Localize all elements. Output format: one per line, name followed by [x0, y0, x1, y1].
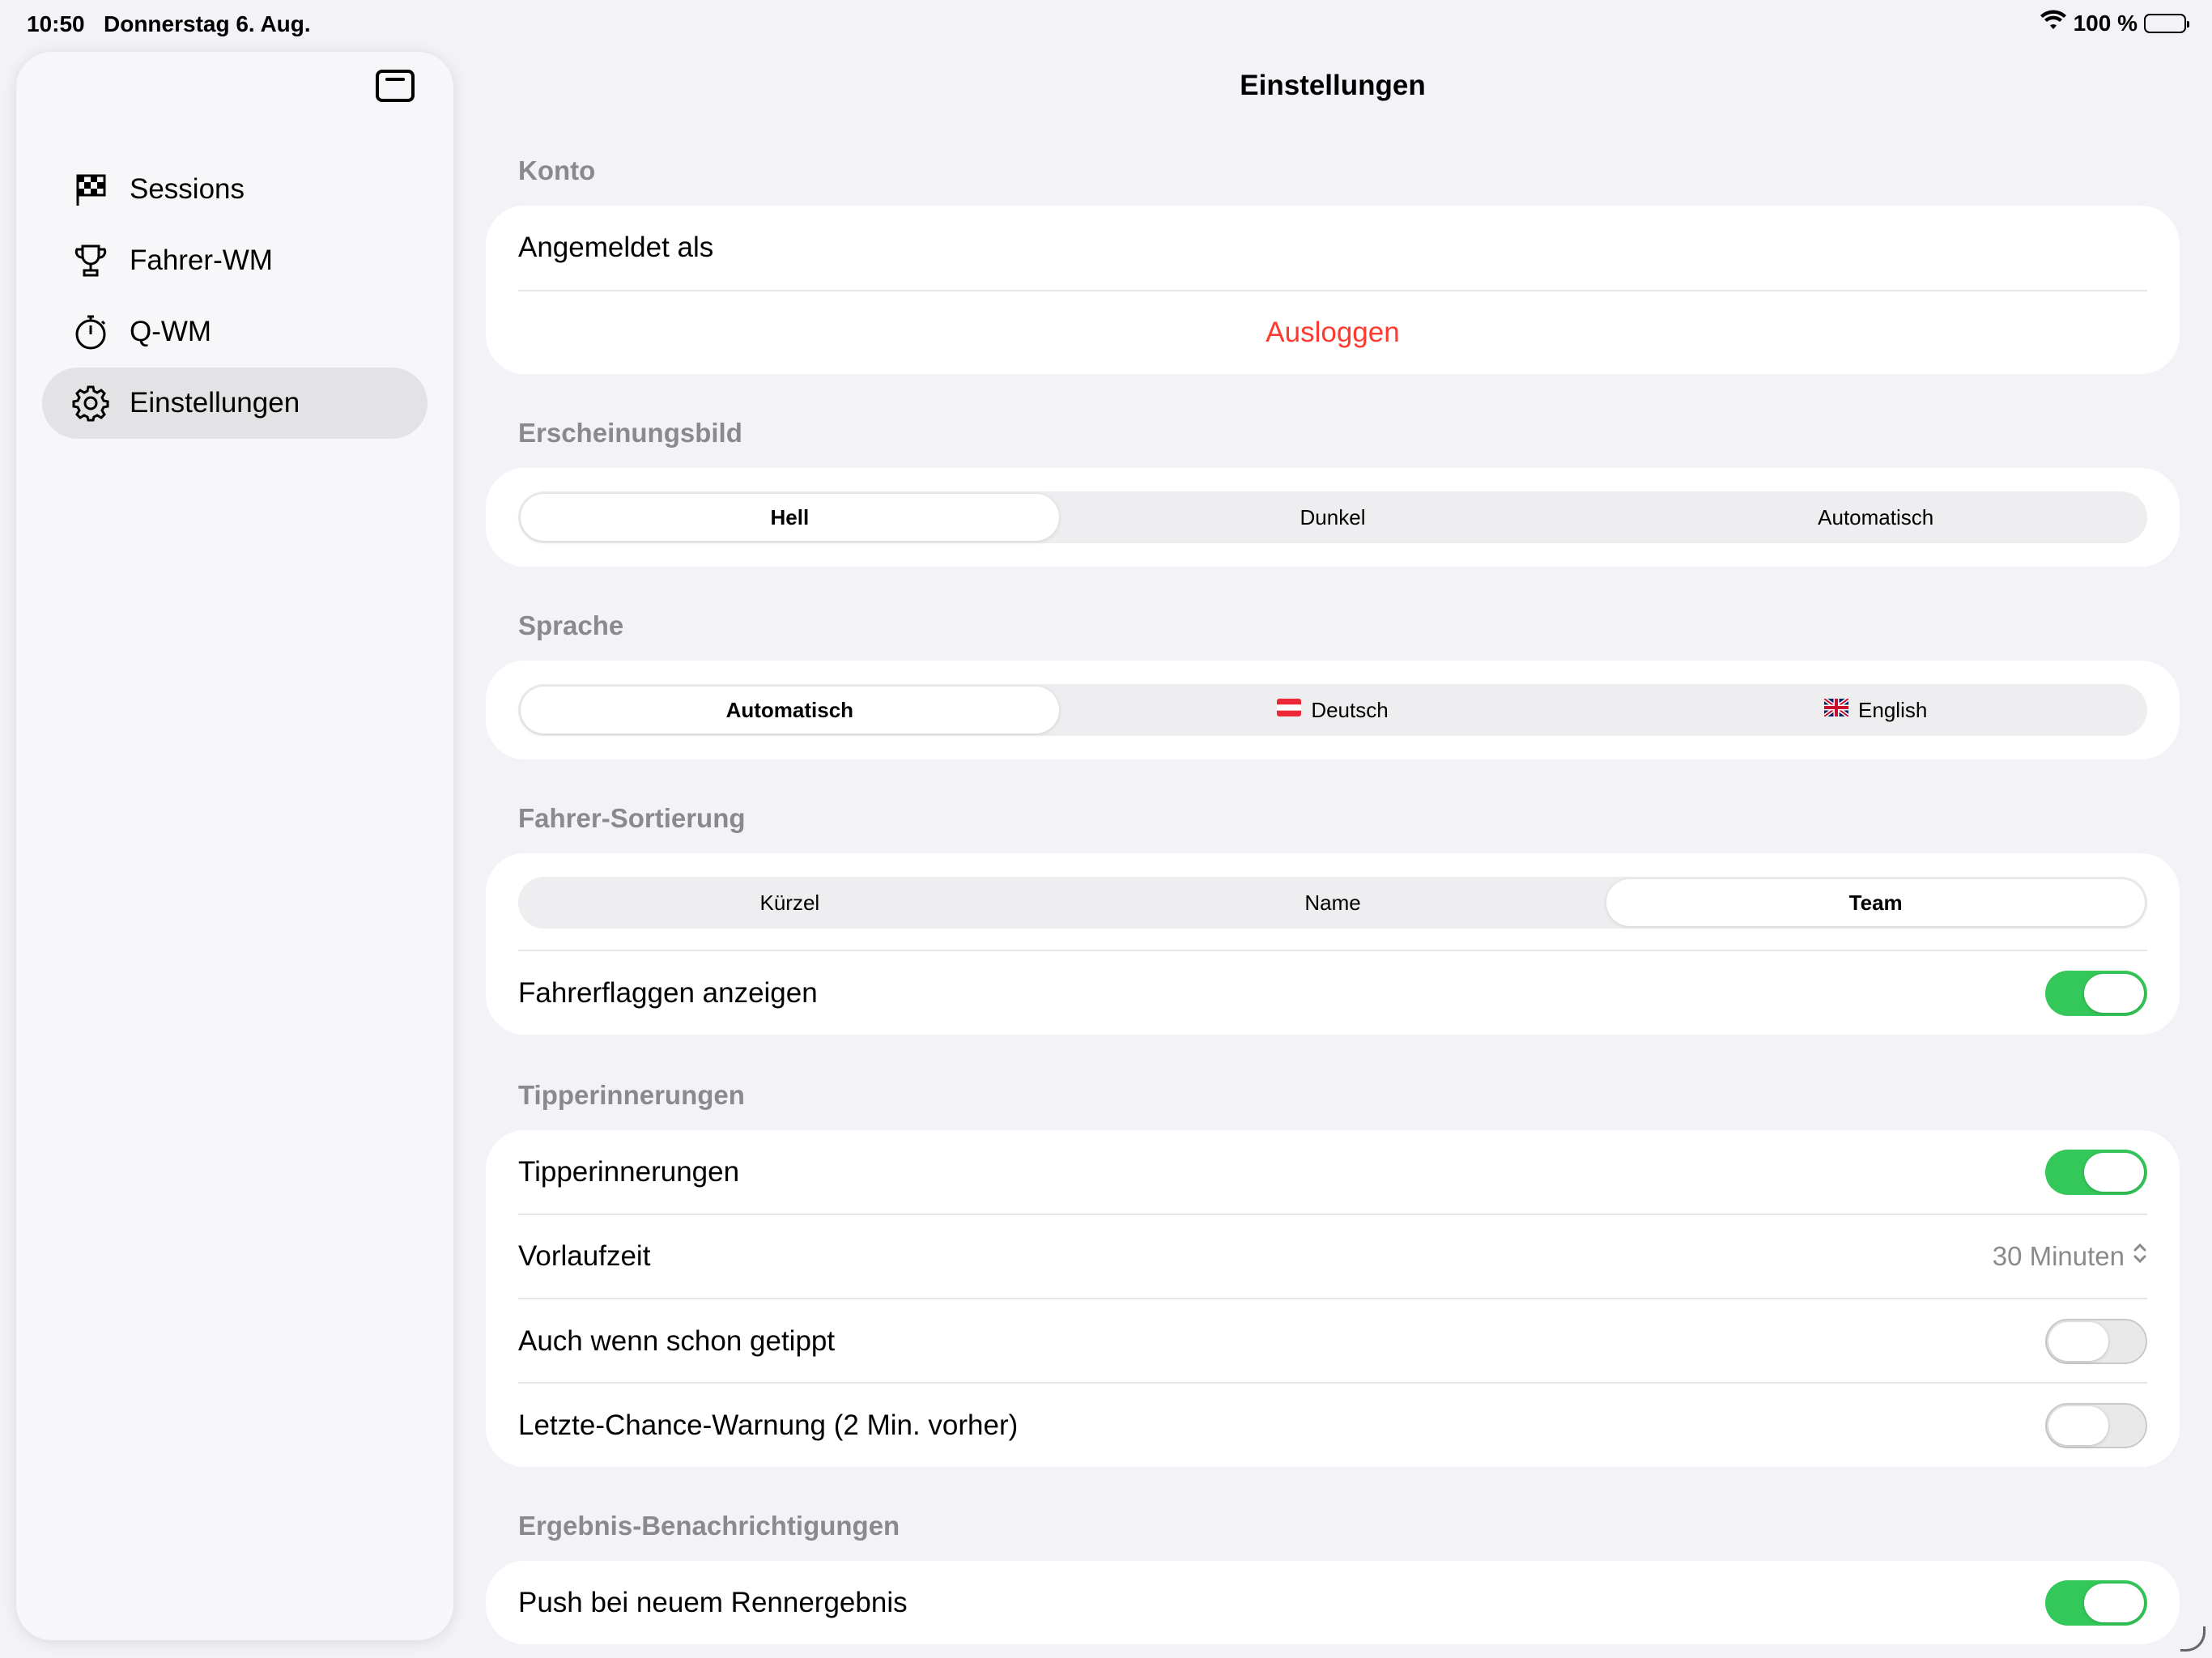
- language-segmented-control: Automatisch Deutsch English: [518, 684, 2147, 736]
- driver-sort-option-team[interactable]: Team: [1606, 879, 2146, 926]
- trophy-icon: [71, 241, 110, 280]
- driver-sort-card: Kürzel Name Team Fahrerflaggen anzeigen: [486, 853, 2180, 1035]
- section-header-tip-reminders: Tipperinnerungen: [518, 1080, 745, 1110]
- page-title: Einstellungen: [1240, 70, 1426, 101]
- battery-icon: [2144, 13, 2189, 33]
- sidebar-item-fahrer-wm[interactable]: Fahrer-WM: [42, 225, 428, 296]
- language-option-auto[interactable]: Automatisch: [521, 687, 1059, 733]
- appearance-option-auto[interactable]: Automatisch: [1606, 494, 2145, 541]
- sidebar: Sessions Fahrer-WM Q-WM Einstellungen: [16, 52, 453, 1640]
- section-header-language: Sprache: [518, 610, 624, 640]
- signed-in-row: Angemeldet als: [518, 206, 2147, 290]
- status-time: 10:50: [27, 11, 85, 36]
- status-right: 100 %: [2040, 10, 2189, 36]
- sidebar-item-sessions[interactable]: Sessions: [42, 154, 428, 225]
- status-date: Donnerstag 6. Aug.: [104, 11, 311, 36]
- last-chance-toggle[interactable]: [2045, 1402, 2147, 1448]
- sidebar-item-label: Fahrer-WM: [130, 244, 273, 276]
- toggle-knob: [2048, 1405, 2108, 1445]
- sidebar-item-q-wm[interactable]: Q-WM: [42, 296, 428, 368]
- appearance-option-dark[interactable]: Dunkel: [1064, 494, 1602, 541]
- language-card: Automatisch Deutsch English: [486, 661, 2180, 759]
- lead-time-row: Vorlaufzeit 30 Minuten: [518, 1215, 2147, 1298]
- sidebar-item-label: Q-WM: [130, 316, 212, 347]
- show-flags-toggle[interactable]: [2045, 970, 2147, 1016]
- gear-icon: [71, 384, 110, 423]
- battery-percent: 100 %: [2073, 10, 2138, 36]
- show-flags-label: Fahrerflaggen anzeigen: [518, 976, 818, 1009]
- driver-sort-option-name[interactable]: Name: [1064, 879, 1602, 926]
- toggle-knob: [2084, 1152, 2144, 1192]
- result-notifications-card: Push bei neuem Rennergebnis: [486, 1561, 2180, 1644]
- sidebar-item-label: Sessions: [130, 173, 245, 205]
- sidebar-nav: Sessions Fahrer-WM Q-WM Einstellungen: [42, 154, 428, 439]
- lead-time-label: Vorlaufzeit: [518, 1240, 651, 1272]
- window-resize-handle[interactable]: [2180, 1626, 2206, 1652]
- show-flags-row: Fahrerflaggen anzeigen: [518, 951, 2147, 1035]
- section-header-result-notifications: Ergebnis-Benachrichtigungen: [518, 1511, 900, 1541]
- chevron-up-down-icon: [2133, 1241, 2147, 1272]
- wifi-icon: [2040, 10, 2067, 36]
- toggle-knob: [2084, 1583, 2144, 1622]
- section-header-driver-sort: Fahrer-Sortierung: [518, 803, 746, 833]
- push-result-toggle[interactable]: [2045, 1579, 2147, 1626]
- last-chance-row: Letzte-Chance-Warnung (2 Min. vorher): [518, 1384, 2147, 1467]
- push-result-row: Push bei neuem Rennergebnis: [518, 1561, 2147, 1644]
- language-option-english[interactable]: English: [1606, 687, 2145, 733]
- reminders-toggle[interactable]: [2045, 1149, 2147, 1195]
- account-card: Angemeldet als Ausloggen: [486, 206, 2180, 374]
- sidebar-item-label: Einstellungen: [130, 387, 300, 419]
- last-chance-label: Letzte-Chance-Warnung (2 Min. vorher): [518, 1409, 1019, 1441]
- reminders-label: Tipperinnerungen: [518, 1155, 740, 1188]
- appearance-option-light[interactable]: Hell: [521, 494, 1059, 541]
- status-bar: 10:50 Donnerstag 6. Aug. 100 %: [0, 0, 2212, 52]
- even-if-tipped-row: Auch wenn schon getippt: [518, 1299, 2147, 1383]
- sidebar-toggle-icon[interactable]: [376, 70, 415, 102]
- language-option-label: English: [1858, 697, 1928, 722]
- appearance-segmented-control: Hell Dunkel Automatisch: [518, 491, 2147, 543]
- austria-flag-icon: [1277, 698, 1302, 722]
- signed-in-label: Angemeldet als: [518, 232, 714, 263]
- logout-button[interactable]: Ausloggen: [518, 317, 2147, 349]
- reminders-row: Tipperinnerungen: [518, 1130, 2147, 1214]
- toggle-knob: [2048, 1321, 2108, 1361]
- appearance-card: Hell Dunkel Automatisch: [486, 468, 2180, 567]
- toggle-knob: [2084, 973, 2144, 1013]
- even-if-tipped-toggle[interactable]: [2045, 1318, 2147, 1364]
- push-result-label: Push bei neuem Rennergebnis: [518, 1586, 908, 1618]
- tip-reminders-card: Tipperinnerungen Vorlaufzeit 30 Minuten …: [486, 1130, 2180, 1467]
- driver-sort-segmented-control: Kürzel Name Team: [518, 877, 2147, 929]
- even-if-tipped-label: Auch wenn schon getippt: [518, 1324, 836, 1357]
- language-option-label: Deutsch: [1311, 697, 1389, 722]
- section-header-appearance: Erscheinungsbild: [518, 418, 742, 448]
- language-option-deutsch[interactable]: Deutsch: [1064, 687, 1602, 733]
- stopwatch-icon: [71, 312, 110, 351]
- checkered-flag-icon: [71, 170, 110, 209]
- section-header-account: Konto: [518, 155, 596, 185]
- logout-row[interactable]: Ausloggen: [518, 291, 2147, 374]
- sidebar-item-einstellungen[interactable]: Einstellungen: [42, 368, 428, 439]
- lead-time-picker[interactable]: 30 Minuten: [1993, 1241, 2147, 1272]
- lead-time-value: 30 Minuten: [1992, 1241, 2125, 1271]
- driver-sort-option-abbreviation[interactable]: Kürzel: [521, 879, 1059, 926]
- uk-flag-icon: [1823, 696, 1850, 722]
